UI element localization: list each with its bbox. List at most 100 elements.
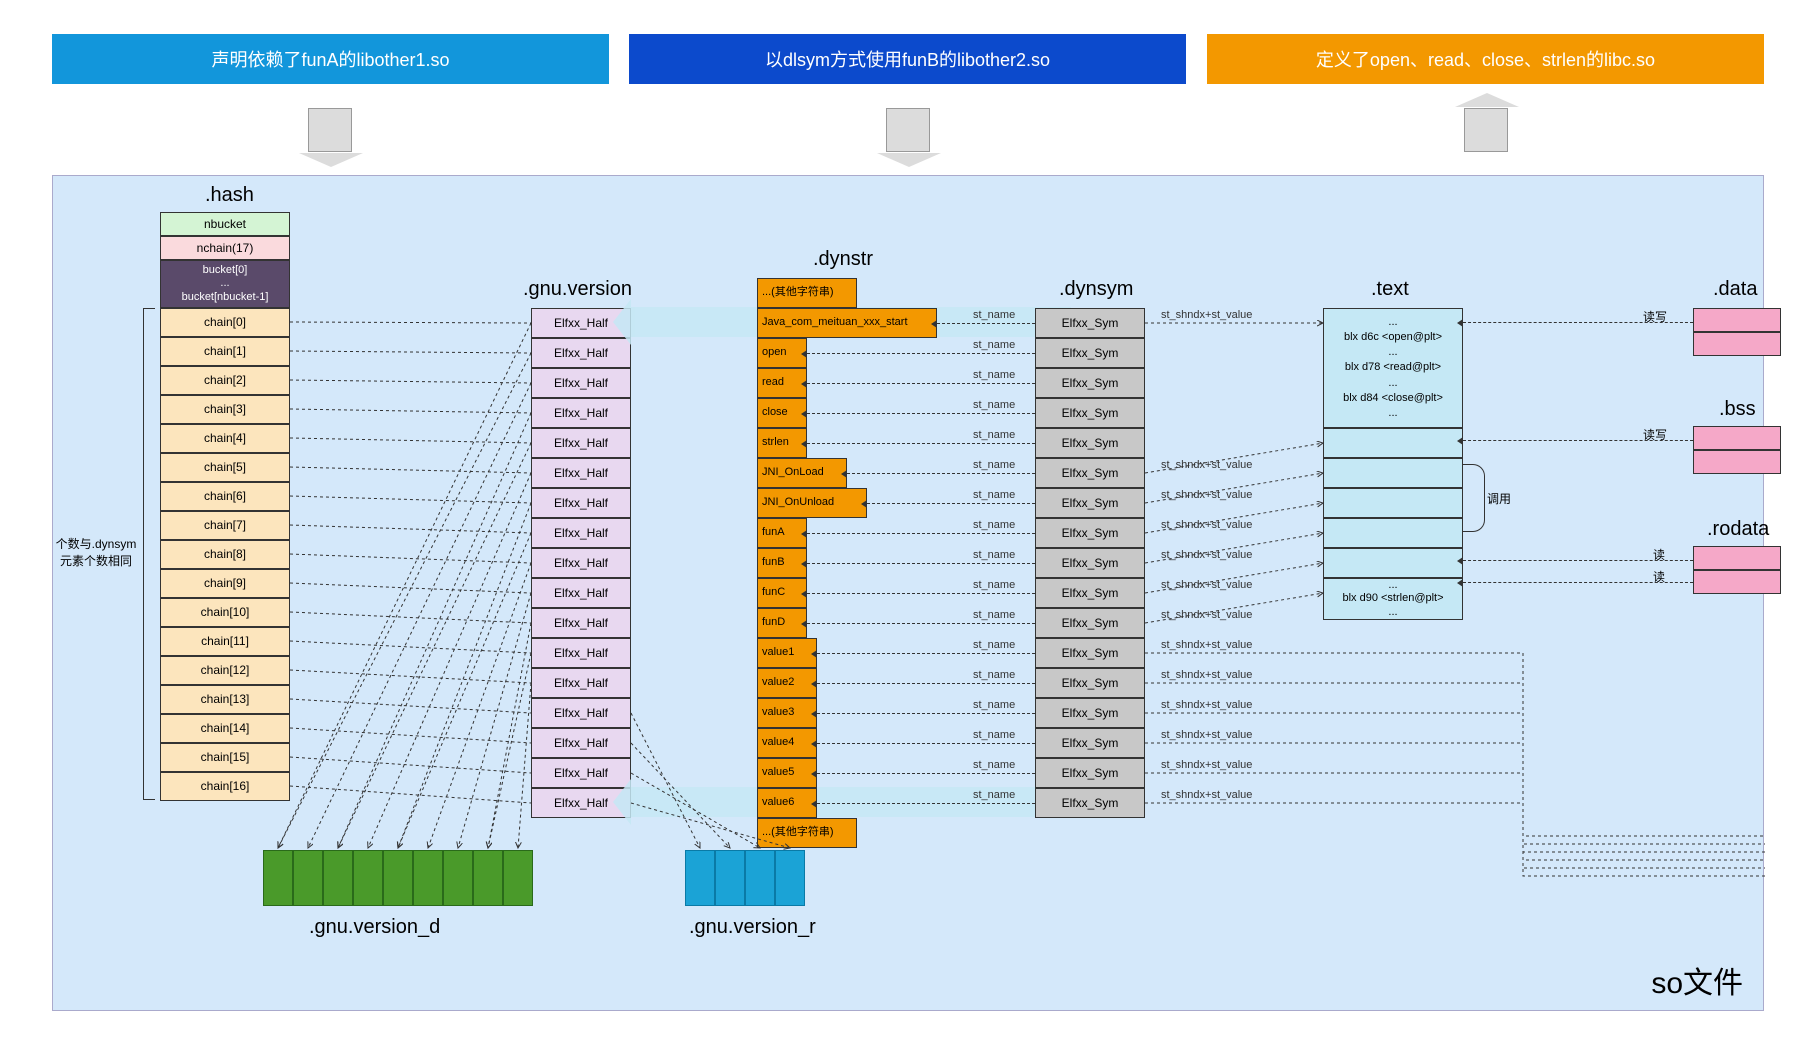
dynsym-cell: Elfxx_Sym	[1035, 428, 1145, 458]
dynstr-cell: value1	[757, 638, 817, 668]
st-name-label: st_name	[973, 489, 1015, 501]
dynsym-cell: Elfxx_Sym	[1035, 668, 1145, 698]
version-d-block	[293, 850, 323, 906]
hash-chain-cell: chain[15]	[160, 743, 290, 772]
gnu-half-cell: Elfxx_Half	[531, 578, 631, 608]
hash-nbucket: nbucket	[160, 212, 290, 236]
dynstr-cell: ...(其他字符串)	[757, 278, 857, 308]
version-r-block	[775, 850, 805, 906]
st-name-arrow	[807, 443, 1035, 444]
bss-row	[1693, 426, 1781, 450]
hash-chain-cell: chain[9]	[160, 569, 290, 598]
data-title: .data	[1713, 278, 1757, 301]
text-row	[1323, 428, 1463, 458]
hash-chain-cell: chain[1]	[160, 337, 290, 366]
dynstr-cell: ...(其他字符串)	[757, 818, 857, 848]
hash-chain-cell: chain[14]	[160, 714, 290, 743]
gnu-half-cell: Elfxx_Half	[531, 458, 631, 488]
hash-bucket: bucket[0] ... bucket[nbucket-1]	[160, 260, 290, 308]
r-label: 读	[1653, 568, 1665, 585]
gnu-half-cell: Elfxx_Half	[531, 608, 631, 638]
hash-chain-cell: chain[13]	[160, 685, 290, 714]
st-name-label: st_name	[973, 549, 1015, 561]
hash-chain-cell: chain[10]	[160, 598, 290, 627]
version-d-block	[353, 850, 383, 906]
text-row	[1323, 458, 1463, 488]
version-d-block	[263, 850, 293, 906]
bss-row	[1693, 450, 1781, 474]
st-name-label: st_name	[973, 399, 1015, 411]
hash-chain-cell: chain[2]	[160, 366, 290, 395]
dynsym-cell: Elfxx_Sym	[1035, 758, 1145, 788]
st-name-label: st_name	[973, 459, 1015, 471]
hash-nchain: nchain(17)	[160, 236, 290, 260]
hash-chain-cell: chain[6]	[160, 482, 290, 511]
st-name-label: st_name	[973, 609, 1015, 621]
version-r-block	[745, 850, 775, 906]
text-row	[1323, 488, 1463, 518]
st-name-label: st_name	[973, 309, 1015, 321]
gnu-half-cell: Elfxx_Half	[531, 668, 631, 698]
st-name-label: st_name	[973, 639, 1015, 651]
st-name-label: st_name	[973, 699, 1015, 711]
st-shndx-label: st_shndx+st_value	[1161, 549, 1252, 561]
st-name-arrow	[807, 623, 1035, 624]
so-file-label: so文件	[1651, 958, 1743, 1002]
hash-chain-cell: chain[16]	[160, 772, 290, 801]
hash-chain-cell: chain[7]	[160, 511, 290, 540]
dynstr-cell: strlen	[757, 428, 807, 458]
banner-libc: 定义了open、read、close、strlen的libc.so	[1207, 34, 1764, 84]
hash-chain-cell: chain[11]	[160, 627, 290, 656]
dynstr-cell: value4	[757, 728, 817, 758]
arrow-down-icon	[886, 108, 930, 152]
st-shndx-label: st_shndx+st_value	[1161, 639, 1252, 651]
version-d-block	[473, 850, 503, 906]
dynstr-cell: funD	[757, 608, 807, 638]
dynsym-cell: Elfxx_Sym	[1035, 578, 1145, 608]
banner-libother2: 以dlsym方式使用funB的libother2.so	[629, 34, 1186, 84]
st-name-arrow	[807, 353, 1035, 354]
dynsym-cell: Elfxx_Sym	[1035, 368, 1145, 398]
version-r-block	[715, 850, 745, 906]
dynsym-cell: Elfxx_Sym	[1035, 608, 1145, 638]
dynsym-cell: Elfxx_Sym	[1035, 638, 1145, 668]
dynstr-cell: funB	[757, 548, 807, 578]
st-shndx-label: st_shndx+st_value	[1161, 729, 1252, 741]
banner-libother1: 声明依赖了funA的libother1.so	[52, 34, 609, 84]
bracket-icon	[143, 308, 155, 800]
st-shndx-label: st_shndx+st_value	[1161, 489, 1252, 501]
dynstr-cell: value6	[757, 788, 817, 818]
dynstr-cell: open	[757, 338, 807, 368]
dynstr-cell: funC	[757, 578, 807, 608]
r-label: 读	[1653, 546, 1665, 563]
st-name-arrow	[807, 593, 1035, 594]
text-row	[1323, 548, 1463, 578]
st-shndx-label: st_shndx+st_value	[1161, 459, 1252, 471]
st-shndx-label: st_shndx+st_value	[1161, 309, 1252, 321]
dynstr-cell: JNI_OnUnload	[757, 488, 867, 518]
st-name-arrow	[817, 653, 1035, 654]
rodata-row	[1693, 570, 1781, 594]
hash-chain-cell: chain[8]	[160, 540, 290, 569]
gnu-half-cell: Elfxx_Half	[531, 638, 631, 668]
st-name-label: st_name	[973, 789, 1015, 801]
st-name-arrow	[807, 413, 1035, 414]
arrow-down-icon	[308, 108, 352, 152]
text-block-top: ... blx d6c <open@plt> ... blx d78 <read…	[1323, 308, 1463, 428]
dynstr-cell: value2	[757, 668, 817, 698]
st-shndx-label: st_shndx+st_value	[1161, 789, 1252, 801]
data-row	[1693, 308, 1781, 332]
dynsym-cell: Elfxx_Sym	[1035, 728, 1145, 758]
hash-title: .hash	[205, 184, 254, 207]
st-name-label: st_name	[973, 519, 1015, 531]
st-shndx-label: st_shndx+st_value	[1161, 519, 1252, 531]
st-name-arrow	[807, 383, 1035, 384]
rodata-title: .rodata	[1707, 518, 1769, 541]
version-d-block	[323, 850, 353, 906]
st-name-label: st_name	[973, 369, 1015, 381]
dynsym-cell: Elfxx_Sym	[1035, 518, 1145, 548]
st-name-label: st_name	[973, 429, 1015, 441]
so-file-container: so文件 .hash nbucket nchain(17) bucket[0] …	[52, 175, 1764, 1011]
call-arrow-icon	[1463, 464, 1485, 532]
st-name-arrow	[867, 503, 1035, 504]
